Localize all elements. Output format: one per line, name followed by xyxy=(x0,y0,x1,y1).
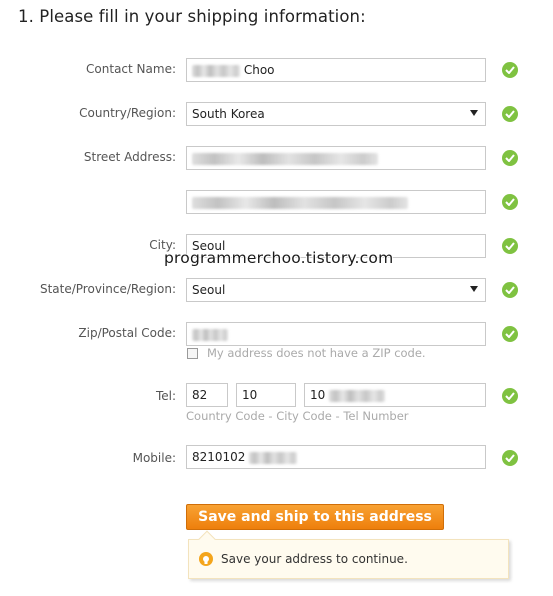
street-address-label: Street Address: xyxy=(83,150,176,164)
contact-name-input[interactable]: Choo xyxy=(186,58,486,82)
valid-check-icon xyxy=(502,150,518,166)
valid-check-icon xyxy=(502,62,518,78)
zip-input[interactable] xyxy=(186,322,486,346)
country-value: South Korea xyxy=(192,107,265,121)
tel-city-code-value: 10 xyxy=(242,388,258,402)
street-address-line2-input[interactable] xyxy=(186,190,486,214)
valid-check-icon xyxy=(502,450,518,466)
notice-text: Save your address to continue. xyxy=(221,552,408,566)
mobile-value: 8210102 xyxy=(192,450,246,464)
valid-check-icon xyxy=(502,194,518,210)
redacted-zip xyxy=(192,328,228,341)
tel-country-code-value: 82 xyxy=(192,388,208,402)
valid-check-icon xyxy=(502,106,518,122)
tel-label: Tel: xyxy=(155,389,176,403)
chevron-down-icon xyxy=(470,110,478,116)
tel-city-code-input[interactable]: 10 xyxy=(236,383,296,407)
country-select[interactable]: South Korea xyxy=(186,102,486,126)
mobile-input[interactable]: 8210102 xyxy=(186,445,486,469)
tel-number-value: 10 xyxy=(310,388,326,402)
notice-caret xyxy=(198,530,216,548)
watermark-text: programmerchoo.tistory.com xyxy=(164,249,394,267)
contact-name-label: Contact Name: xyxy=(86,62,176,76)
no-zip-checkbox[interactable] xyxy=(187,348,198,359)
valid-check-icon xyxy=(502,326,518,342)
city-label: City: xyxy=(149,238,176,252)
valid-check-icon xyxy=(502,388,518,404)
state-label: State/Province/Region: xyxy=(39,282,176,296)
redacted-tel-number xyxy=(329,389,386,402)
no-zip-label[interactable]: My address does not have a ZIP code. xyxy=(207,346,426,360)
zip-label: Zip/Postal Code: xyxy=(78,326,176,340)
mobile-label: Mobile: xyxy=(132,451,176,465)
tel-country-code-input[interactable]: 82 xyxy=(186,383,228,407)
redacted-street-line1 xyxy=(192,152,378,165)
valid-check-icon xyxy=(502,282,518,298)
street-address-line1-input[interactable] xyxy=(186,146,486,170)
tel-number-input[interactable]: 10 xyxy=(304,383,486,407)
redacted-first-name xyxy=(192,64,240,77)
chevron-down-icon xyxy=(470,286,478,292)
redacted-mobile xyxy=(249,451,298,464)
state-value: Seoul xyxy=(192,283,226,297)
page-heading: 1. Please fill in your shipping informat… xyxy=(18,7,366,26)
save-notice: Save your address to continue. xyxy=(188,530,509,579)
lightbulb-icon xyxy=(199,552,213,566)
save-and-ship-button[interactable]: Save and ship to this address xyxy=(186,504,444,530)
tel-format-hint: Country Code - City Code - Tel Number xyxy=(186,409,409,423)
country-label: Country/Region: xyxy=(79,106,176,120)
valid-check-icon xyxy=(502,238,518,254)
state-select[interactable]: Seoul xyxy=(186,278,486,302)
contact-name-value: Choo xyxy=(243,63,275,77)
redacted-street-line2 xyxy=(192,196,408,209)
